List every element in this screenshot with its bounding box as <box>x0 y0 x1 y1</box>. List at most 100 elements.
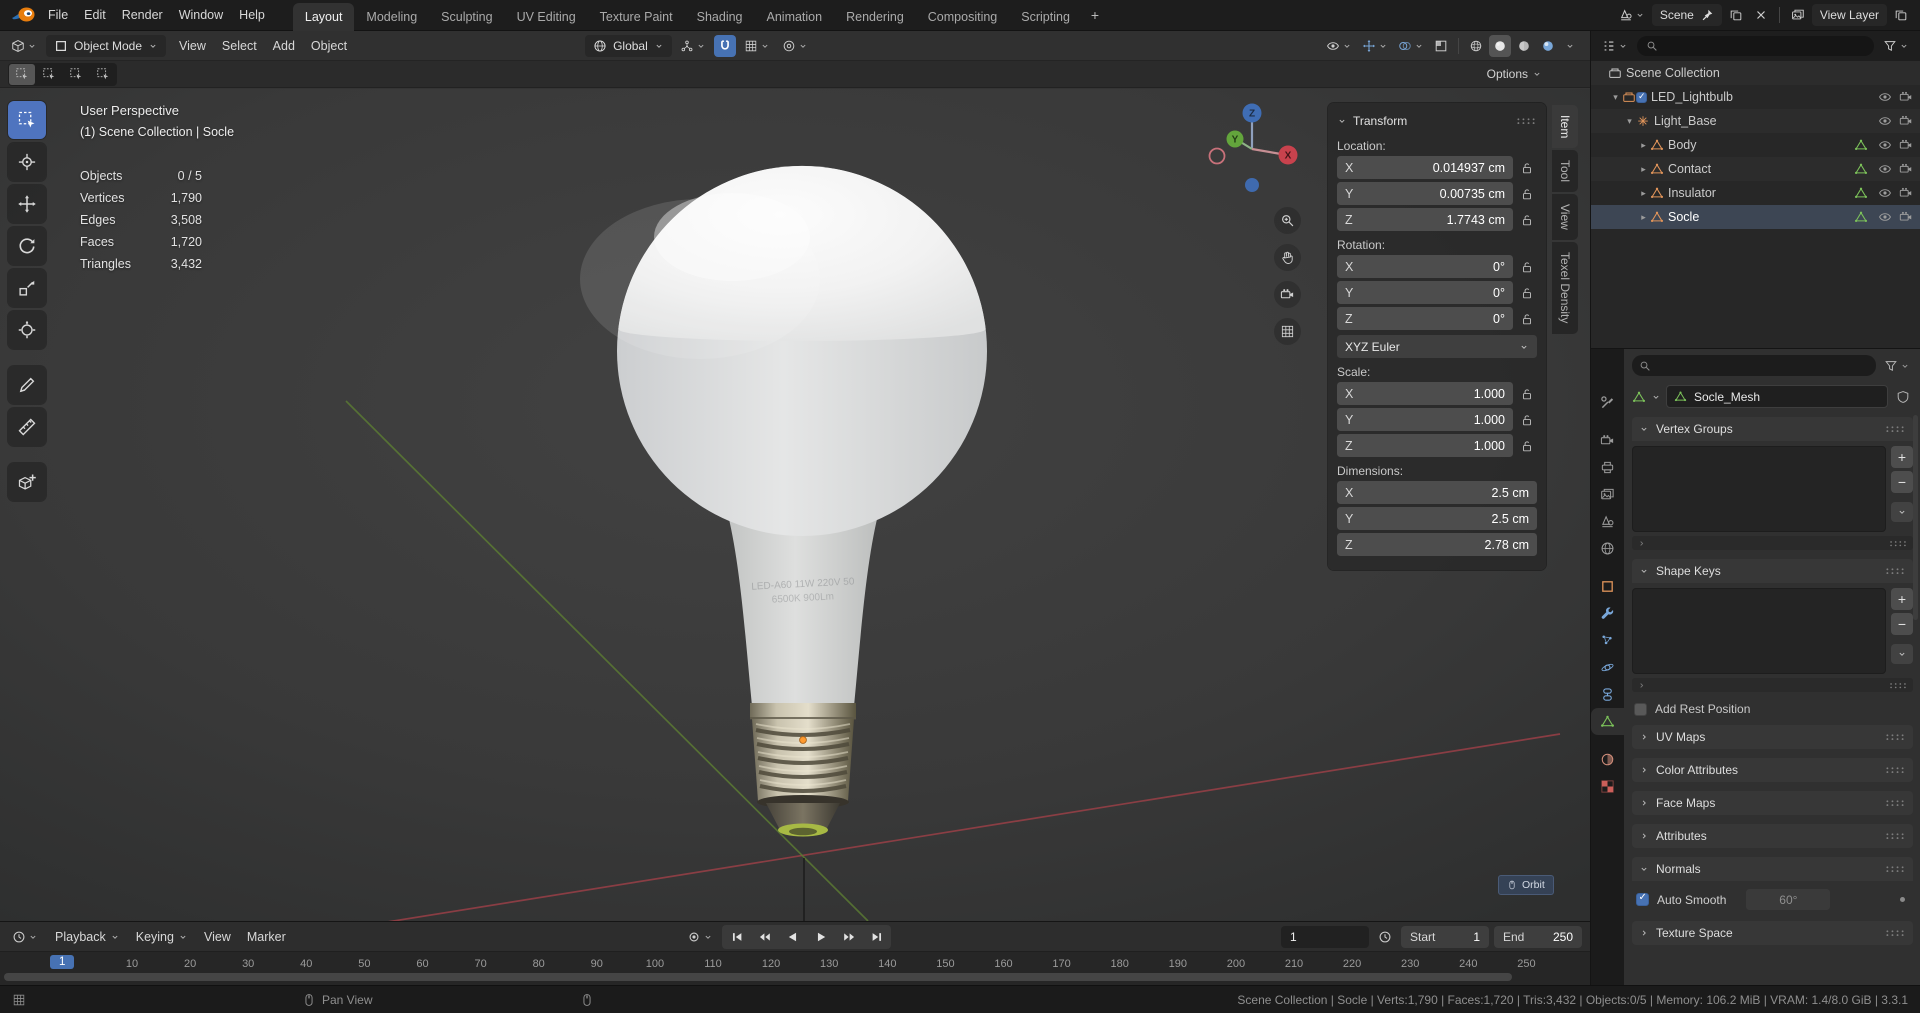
pivot-point-select[interactable] <box>676 35 710 57</box>
shading-solid[interactable] <box>1489 34 1511 57</box>
fake-user-button[interactable] <box>1893 390 1913 404</box>
location-field[interactable]: Y 0.00735 cm <box>1337 182 1513 205</box>
disclosure-arrow[interactable]: ▾ <box>1609 92 1622 103</box>
panel-header[interactable]: UV Maps <box>1632 725 1913 749</box>
tool-add-cube[interactable] <box>8 463 46 501</box>
overlays-toggle[interactable] <box>1394 35 1428 57</box>
tool-annotate[interactable] <box>8 366 46 404</box>
tab-modeling[interactable]: Modeling <box>354 3 429 31</box>
panel-header[interactable]: Color Attributes <box>1632 758 1913 782</box>
disclosure-arrow[interactable]: ▸ <box>1637 188 1650 199</box>
tool-rotate[interactable] <box>8 227 46 265</box>
disclosure-arrow[interactable]: ▸ <box>1637 140 1650 151</box>
properties-tab-render[interactable] <box>1591 427 1624 454</box>
outliner-row-contact[interactable]: ▸ Contact <box>1591 157 1920 181</box>
properties-tab-particles[interactable] <box>1591 627 1624 654</box>
play-reverse-button[interactable] <box>779 926 806 948</box>
snap-toggle[interactable] <box>713 34 736 57</box>
orientation-select[interactable]: Global <box>585 34 672 57</box>
jump-to-start-button[interactable] <box>723 926 750 948</box>
rotation-field[interactable]: X 0° <box>1337 255 1513 278</box>
outliner-row-light-base[interactable]: ▾ Light_Base <box>1591 109 1920 133</box>
prev-keyframe-button[interactable] <box>751 926 778 948</box>
hide-toggle[interactable] <box>1874 162 1895 176</box>
mesh-name-field[interactable]: Socle_Mesh <box>1666 385 1888 408</box>
menu-help[interactable]: Help <box>231 5 273 25</box>
hide-toggle[interactable] <box>1874 138 1895 152</box>
scale-field[interactable]: Z 1.000 <box>1337 434 1513 457</box>
vertex-groups-list[interactable] <box>1632 446 1886 532</box>
lock-button[interactable] <box>1517 208 1537 231</box>
properties-tab-object[interactable] <box>1591 573 1624 600</box>
navigation-gizmo[interactable]: Z Y X <box>1202 99 1302 199</box>
texture-space-header[interactable]: Texture Space <box>1632 921 1913 945</box>
properties-tab-scene[interactable] <box>1591 508 1624 535</box>
render-toggle[interactable] <box>1895 162 1916 176</box>
sidebar-tab-item[interactable]: Item <box>1552 105 1578 149</box>
outliner-row-led-lightbulb[interactable]: ▾ LED_Lightbulb <box>1591 85 1920 109</box>
render-toggle[interactable] <box>1895 90 1916 104</box>
vertex-group-specials-button[interactable] <box>1891 502 1913 522</box>
tab-shading[interactable]: Shading <box>685 3 755 31</box>
tab-rendering[interactable]: Rendering <box>834 3 916 31</box>
shading-settings[interactable] <box>1561 35 1579 57</box>
auto-smooth-checkbox[interactable] <box>1636 892 1649 906</box>
remove-vertex-group-button[interactable] <box>1891 471 1913 493</box>
outliner-row-insulator[interactable]: ▸ Insulator <box>1591 181 1920 205</box>
new-view-layer-button[interactable] <box>1890 4 1912 26</box>
properties-tab-material[interactable] <box>1591 746 1624 773</box>
render-toggle[interactable] <box>1895 114 1916 128</box>
select-mode-subtract[interactable] <box>63 64 89 85</box>
viewport-menu-select[interactable]: Select <box>214 36 265 56</box>
normals-header[interactable]: Normals <box>1632 857 1913 881</box>
gizmo-neg-z[interactable] <box>1245 178 1259 192</box>
current-frame-field[interactable]: 1 <box>1281 925 1369 948</box>
tab-animation[interactable]: Animation <box>755 3 835 31</box>
auto-keying-button[interactable] <box>683 926 717 948</box>
render-toggle[interactable] <box>1895 138 1916 152</box>
properties-tab-texture[interactable] <box>1591 773 1624 800</box>
tab-scripting[interactable]: Scripting <box>1009 3 1082 31</box>
render-toggle[interactable] <box>1895 210 1916 224</box>
zoom-button[interactable] <box>1274 207 1301 234</box>
timeline-scrollbar[interactable] <box>4 973 1512 981</box>
jump-to-end-button[interactable] <box>863 926 890 948</box>
menu-render[interactable]: Render <box>114 5 171 25</box>
hide-toggle[interactable] <box>1874 90 1895 104</box>
add-rest-position-checkbox[interactable] <box>1634 702 1647 716</box>
sidebar-tab-view[interactable]: View <box>1552 194 1578 241</box>
menu-edit[interactable]: Edit <box>76 5 114 25</box>
browse-scene-button[interactable] <box>1615 4 1649 26</box>
tab-uv-editing[interactable]: UV Editing <box>505 3 588 31</box>
dimension-field[interactable]: X 2.5 cm <box>1337 481 1537 504</box>
lock-button[interactable] <box>1517 156 1537 179</box>
shading-wireframe[interactable] <box>1465 35 1487 57</box>
collection-checkbox[interactable] <box>1636 91 1647 103</box>
properties-tab-physics[interactable] <box>1591 654 1624 681</box>
tool-measure[interactable] <box>8 408 46 446</box>
outliner-row-body[interactable]: ▸ Body <box>1591 133 1920 157</box>
shape-keys-subpanel[interactable] <box>1632 678 1913 692</box>
tool-move[interactable] <box>8 185 46 223</box>
vertex-groups-subpanel[interactable] <box>1632 536 1913 550</box>
scene-selector[interactable]: Scene <box>1651 4 1722 26</box>
pin-icon[interactable] <box>1700 8 1714 22</box>
lock-button[interactable] <box>1517 307 1537 330</box>
properties-tab-view-layer[interactable] <box>1591 481 1624 508</box>
timeline-editor-type-button[interactable] <box>8 926 42 948</box>
view-layer-selector[interactable]: View Layer <box>1811 4 1887 26</box>
object-type-visibility[interactable] <box>1322 35 1356 57</box>
browse-view-layer-button[interactable] <box>1787 4 1809 26</box>
vertex-groups-header[interactable]: Vertex Groups <box>1632 417 1913 441</box>
disclosure-arrow[interactable]: ▾ <box>1623 116 1636 127</box>
select-mode-intersect[interactable] <box>90 64 116 85</box>
animate-dot[interactable] <box>1900 897 1905 902</box>
delete-scene-button[interactable] <box>1750 4 1772 26</box>
dimension-field[interactable]: Y 2.5 cm <box>1337 507 1537 530</box>
disclosure-arrow[interactable]: ▸ <box>1637 212 1650 223</box>
viewport-menu-add[interactable]: Add <box>265 36 303 56</box>
hide-toggle[interactable] <box>1874 114 1895 128</box>
outliner-row-socle[interactable]: ▸ Socle <box>1591 205 1920 229</box>
disclosure-arrow[interactable]: ▸ <box>1637 164 1650 175</box>
transform-panel-header[interactable]: Transform <box>1337 110 1537 132</box>
